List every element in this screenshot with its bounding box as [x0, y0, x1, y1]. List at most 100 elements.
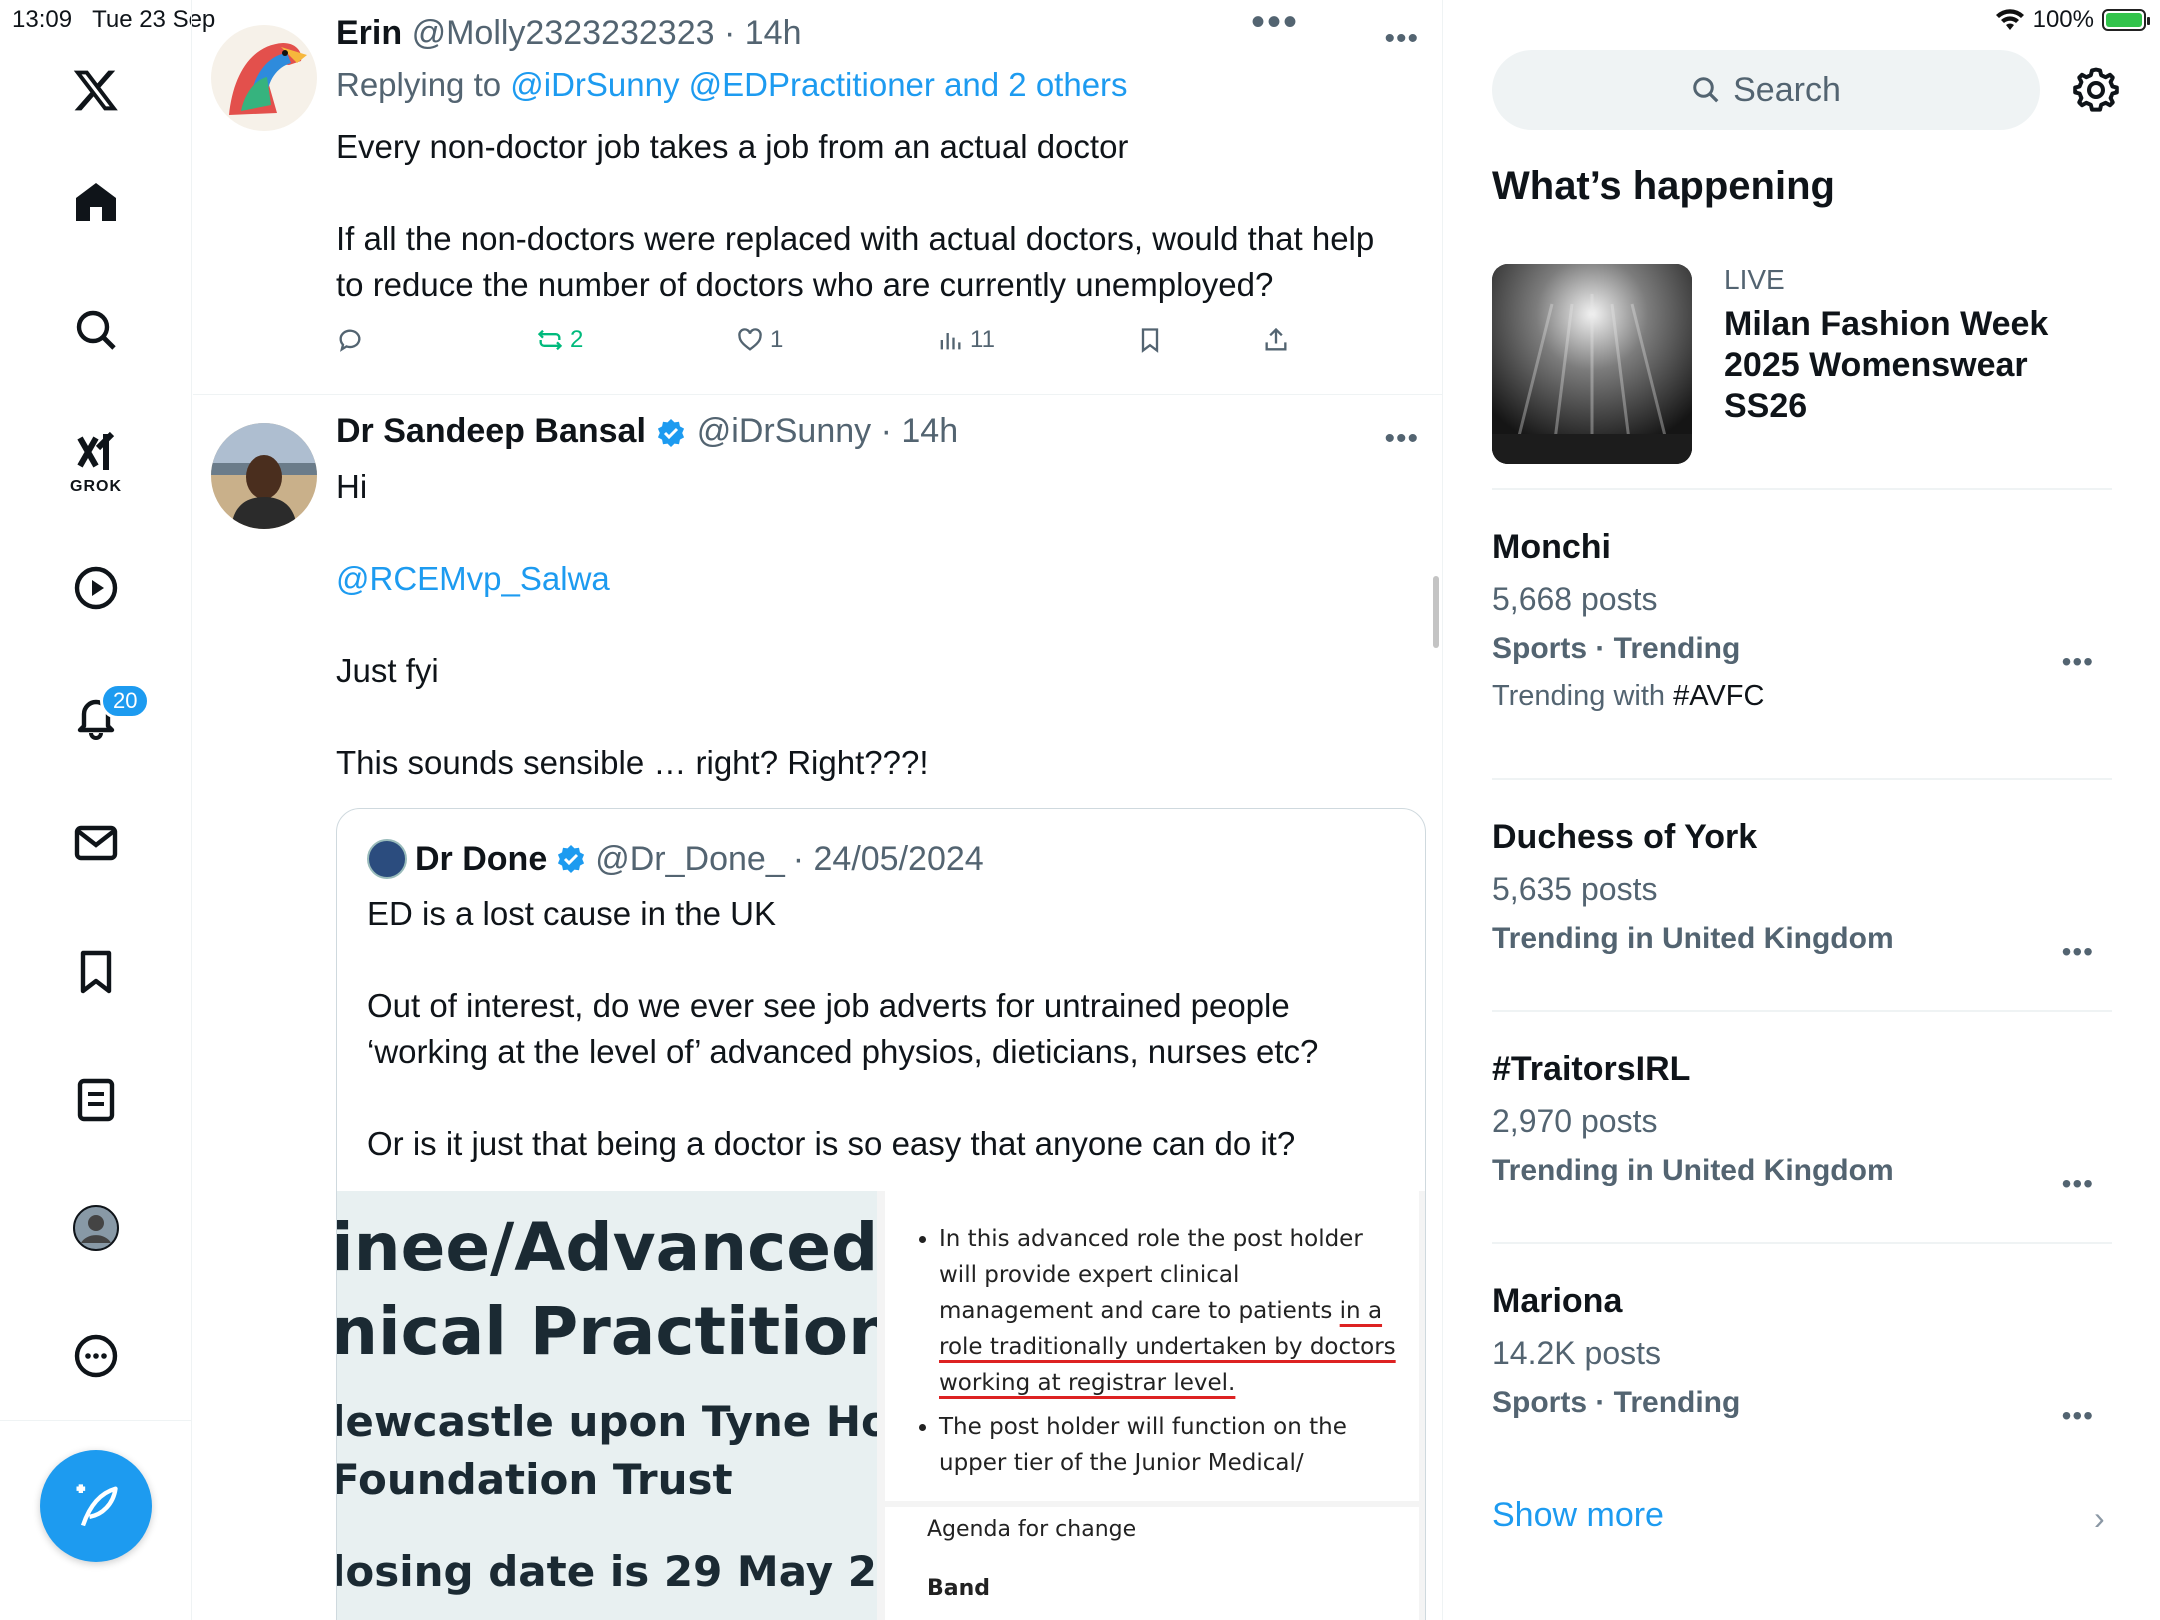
trending-with-prefix: Trending with [1492, 680, 1674, 712]
repost-button[interactable]: 2 [536, 326, 583, 354]
trend-category: Sports · Trending [1492, 632, 1741, 665]
right-sidebar: Search What’s happening LIVE Milan Fashi… [1444, 0, 2160, 1620]
quote-author-handle: @Dr_Done_ [595, 839, 785, 878]
trend-more-button[interactable]: ••• [2062, 646, 2094, 678]
share-button[interactable] [1262, 326, 1290, 354]
trend-item[interactable]: Duchess of York 5,635 posts Trending in … [1492, 818, 2112, 967]
search-input[interactable]: Search [1492, 50, 2040, 130]
home-icon[interactable] [66, 173, 126, 233]
job-advert-image-left: inee/Advanced nical Practitioner lewcast… [337, 1191, 877, 1620]
tweet-more-button[interactable]: ••• [1384, 22, 1419, 56]
trend-post-count: 14.2K posts [1492, 1335, 1661, 1371]
whats-happening-heading: What’s happening [1492, 164, 1835, 208]
replying-to-links[interactable]: @iDrSunny @EDPractitioner and 2 others [510, 66, 1127, 103]
trend-item[interactable]: Mariona 14.2K posts Sports · Trending ••… [1492, 1282, 2112, 1431]
feed-scrollbar[interactable] [1433, 576, 1439, 648]
messages-icon[interactable] [66, 813, 126, 873]
view-count: 11 [970, 326, 995, 353]
job-advert-image-right: In this advanced role the post holder wi… [885, 1191, 1419, 1501]
grok-label: GROK [70, 478, 122, 495]
author-handle[interactable]: @iDrSunny [697, 412, 871, 450]
timeline-feed: ••• Erin @Molly2323232323 · 14h ••• Repl… [193, 0, 1443, 1620]
video-icon[interactable] [66, 558, 126, 618]
trend-name: Duchess of York [1492, 818, 1758, 856]
bookmarks-icon[interactable] [66, 942, 126, 1002]
reply-icon [339, 329, 361, 352]
tweet-header: Dr Sandeep Bansal @iDrSunny · 14h [336, 412, 958, 451]
advert-closing-date: losing date is 29 May 2024 [337, 1547, 877, 1596]
advert-bullet: The post holder will function on the upp… [939, 1409, 1399, 1481]
x-logo-icon[interactable] [66, 60, 126, 120]
tweet-text-line: Hi [336, 468, 368, 505]
notifications-badge: 20 [100, 683, 151, 719]
replying-prefix: Replying to [336, 66, 511, 103]
quote-text: ED is a lost cause in the UK Out of inte… [367, 895, 1319, 1162]
trend-divider [1492, 1242, 2112, 1244]
advert-org-line: lewcastle upon Tyne Hospit [337, 1397, 877, 1446]
advert-bullet-text: In this advanced role the post holder wi… [939, 1226, 1363, 1324]
trend-more-button[interactable]: ••• [2062, 1400, 2094, 1432]
advert-bullet-text: The post holder will function on the upp… [939, 1414, 1347, 1476]
grok-icon[interactable] [66, 422, 126, 482]
reply-tweet[interactable]: Erin @Molly2323232323 · 14h ••• Replying… [193, 0, 1442, 394]
trend-divider [1492, 488, 2112, 490]
author-handle[interactable]: @Molly2323232323 [412, 14, 715, 52]
mention-link[interactable]: @RCEMvp_Salwa [336, 556, 1396, 602]
trend-category: Trending in United Kingdom [1492, 922, 1894, 955]
compose-post-button[interactable] [40, 1450, 152, 1562]
quoted-tweet[interactable]: Dr Done @Dr_Done_ · 24/05/2024 ED is a l… [336, 808, 1426, 1620]
featured-trend-image [1492, 264, 1692, 464]
avatar[interactable] [211, 25, 317, 131]
like-button[interactable]: 1 [736, 326, 783, 354]
featured-trend[interactable]: LIVE Milan Fashion Week 2025 Womenswear … [1492, 264, 2112, 464]
advert-band-label: Band [927, 1576, 991, 1601]
trend-post-count: 2,970 posts [1492, 1103, 1658, 1139]
lists-icon[interactable] [66, 1070, 126, 1130]
repost-tweet[interactable]: Dr Sandeep Bansal @iDrSunny · 14h ••• Hi… [193, 396, 1442, 1620]
trend-more-button[interactable]: ••• [2062, 1168, 2094, 1200]
live-label: LIVE [1724, 264, 1785, 295]
trend-category: Sports · Trending [1492, 1386, 1741, 1419]
replying-to: Replying to @iDrSunny @EDPractitioner an… [336, 66, 1128, 104]
more-icon[interactable] [66, 1326, 126, 1386]
advert-agenda-label: Agenda for change [927, 1517, 1137, 1542]
tweet-header: Erin @Molly2323232323 · 14h [336, 14, 801, 53]
trend-name: Mariona [1492, 1282, 1623, 1320]
quote-image[interactable]: inee/Advanced nical Practitioner lewcast… [337, 1191, 1425, 1620]
chevron-right-icon: › [2094, 1500, 2105, 1536]
tweet-text-line: Just fyi [336, 652, 439, 689]
tweet-time[interactable]: · 14h [881, 412, 959, 450]
trending-with-hashtag[interactable]: #AVFC [1673, 680, 1764, 712]
trend-post-count: 5,668 posts [1492, 581, 1658, 617]
trend-name: #TraitorsIRL [1492, 1050, 1691, 1088]
quote-avatar[interactable] [367, 839, 407, 879]
avatar[interactable] [211, 423, 317, 529]
trend-item[interactable]: #TraitorsIRL 2,970 posts Trending in Uni… [1492, 1050, 2112, 1199]
trend-more-button[interactable]: ••• [2062, 936, 2094, 968]
tweet-time[interactable]: · 14h [724, 14, 802, 52]
tweet-text: Every non-doctor job takes a job from an… [336, 128, 1375, 303]
settings-gear-icon[interactable] [2072, 66, 2120, 114]
verified-badge-icon [658, 419, 685, 448]
trending-with: Trending with #AVFC [1492, 680, 2112, 713]
advert-bullet: In this advanced role the post holder wi… [939, 1221, 1399, 1401]
featured-trend-title: Milan Fashion Week 2025 Womenswear SS26 [1724, 305, 2049, 425]
tweet-more-button[interactable]: ••• [1384, 422, 1419, 456]
search-nav-icon[interactable] [66, 300, 126, 360]
profile-avatar-icon[interactable] [66, 1198, 126, 1258]
quote-header: Dr Done @Dr_Done_ · 24/05/2024 [367, 839, 984, 879]
trend-item[interactable]: Monchi 5,668 posts Sports · Trending Tre… [1492, 528, 2112, 713]
repost-count: 2 [570, 326, 584, 353]
show-more-link[interactable]: Show more [1492, 1496, 1664, 1535]
repost-icon [537, 329, 563, 351]
author-name[interactable]: Dr Sandeep Bansal [336, 412, 646, 450]
author-name[interactable]: Erin [336, 14, 402, 52]
verified-badge-icon [558, 845, 585, 873]
views-button[interactable]: 11 [936, 326, 995, 354]
reply-button[interactable] [336, 326, 364, 354]
compose-feather-icon [76, 1484, 118, 1527]
heart-icon [738, 328, 762, 351]
advert-title-line: inee/Advanced [337, 1209, 877, 1286]
search-placeholder: Search [1733, 70, 1841, 109]
bookmark-button[interactable] [1136, 326, 1164, 354]
